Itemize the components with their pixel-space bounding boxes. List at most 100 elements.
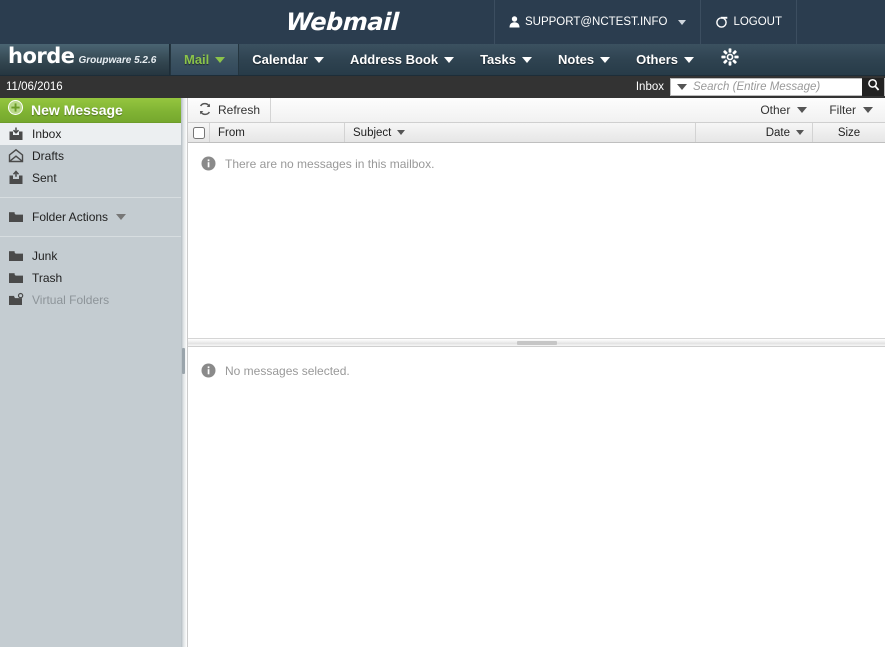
sidebar-item-trash[interactable]: Trash [0,267,187,289]
column-header-from[interactable]: From [210,123,345,142]
chevron-down-icon [796,130,804,135]
sidebar-item-label: Drafts [32,149,65,163]
horde-product-name: horde [8,44,75,68]
sidebar-item-inbox[interactable]: Inbox [0,123,187,145]
person-icon [509,16,520,28]
message-list[interactable]: There are no messages in this mailbox. [188,143,885,338]
chevron-down-icon [678,19,687,25]
preview-empty-state: No messages selected. [188,347,885,378]
column-header-size[interactable]: Size [813,123,885,142]
horde-product-version: Groupware 5.2.6 [78,55,157,66]
nav-item-address-book[interactable]: Address Book [337,44,467,75]
special-folder-list: Junk Trash Virtual Folders [0,245,187,311]
nav-item-label: Calendar [252,52,308,67]
refresh-label: Refresh [218,103,261,117]
drafts-envelope-icon [8,148,24,164]
sent-icon [8,170,24,186]
column-header-date[interactable]: Date [696,123,813,142]
chevron-down-icon [444,56,455,63]
chevron-down-icon [521,56,532,63]
chevron-down-icon [313,56,324,63]
column-header-label: Date [765,126,790,139]
new-message-label: New Message [31,102,123,118]
sidebar-item-label: Trash [32,271,63,285]
nav-item-calendar[interactable]: Calendar [239,44,337,75]
preview-empty-label: No messages selected. [225,363,350,378]
search-submit-button[interactable] [862,78,884,96]
inbox-icon [8,126,24,142]
settings-button[interactable] [707,44,753,75]
search-area: Inbox [636,76,885,98]
chevron-down-icon [797,107,808,113]
chevron-down-icon [863,107,873,113]
panes-resize-splitter[interactable] [188,338,885,347]
mail-main-panel: Refresh Other Filter From Subject Date S… [187,98,885,647]
filter-menu-button[interactable]: Filter [829,103,873,117]
user-account-menu[interactable]: SUPPORT@NCTEST.INFO [493,0,700,44]
other-label: Other [760,103,791,117]
application-body: New Message Inbox Drafts Sent Folder Act… [0,98,885,647]
nav-item-mail[interactable]: Mail [170,44,240,75]
current-date-label: 11/06/2016 [6,81,63,93]
nav-item-tasks[interactable]: Tasks [467,44,545,75]
chevron-down-icon [215,56,226,63]
sidebar-item-label: Inbox [32,127,62,141]
message-preview-pane: No messages selected. [188,347,885,647]
filter-label: Filter [829,103,856,117]
toolbar-left-group: Refresh [188,98,272,122]
folder-actions-menu[interactable]: Folder Actions [0,206,187,228]
folder-actions-label: Folder Actions [32,210,109,224]
search-mailbox-label: Inbox [635,81,664,93]
horde-logo[interactable]: horde Groupware 5.2.6 [0,44,170,75]
column-header-subject[interactable]: Subject [345,123,696,142]
refresh-button[interactable]: Refresh [188,98,272,122]
virtual-folder-icon [8,292,24,308]
nav-item-others[interactable]: Others [623,44,707,75]
sidebar-item-label: Junk [32,249,58,263]
message-list-empty-label: There are no messages in this mailbox. [225,156,435,171]
plus-circle-icon [8,100,23,120]
select-all-checkbox-cell[interactable] [188,123,210,142]
nav-item-notes[interactable]: Notes [545,44,623,75]
column-header-label: Size [837,126,861,139]
magnifier-icon [867,78,880,96]
search-input[interactable] [693,81,862,93]
chevron-down-icon [116,214,127,220]
nav-item-label: Notes [557,52,595,67]
folder-icon [8,248,24,264]
sidebar-item-label: Sent [32,171,57,185]
message-list-column-headers: From Subject Date Size [188,123,885,143]
sidebar-item-sent[interactable]: Sent [0,167,187,189]
sidebar-item-drafts[interactable]: Drafts [0,145,187,167]
toolbar-right-group: Other Filter [760,103,885,117]
logout-button[interactable]: LOGOUT [700,0,797,44]
user-email-label: SUPPORT@NCTEST.INFO [524,16,668,28]
search-box [670,78,885,96]
folder-icon [8,209,24,225]
sidebar-item-label: Virtual Folders [32,293,110,307]
info-icon [201,156,216,171]
chevron-down-icon[interactable] [677,84,687,90]
new-message-button[interactable]: New Message [0,98,187,123]
sidebar: New Message Inbox Drafts Sent Folder Act… [0,98,187,647]
folder-icon [8,270,24,286]
sidebar-divider [0,236,181,237]
logout-label: LOGOUT [733,16,782,28]
sidebar-resize-splitter[interactable] [181,98,187,647]
column-header-label: Subject [353,126,392,139]
column-header-label: From [218,126,245,139]
chevron-down-icon [684,56,695,63]
sidebar-divider [0,197,181,198]
brand-actions: SUPPORT@NCTEST.INFO LOGOUT [493,0,797,44]
sidebar-item-junk[interactable]: Junk [0,245,187,267]
brand-bar: Webmail SUPPORT@NCTEST.INFO LOGOUT [0,0,885,44]
gear-icon [721,48,739,71]
other-menu-button[interactable]: Other [760,103,808,117]
select-all-checkbox[interactable] [192,126,205,139]
chevron-down-icon [600,56,611,63]
webmail-logo-text: Webmail [285,8,400,36]
logout-icon [715,15,728,29]
sidebar-item-virtual-folders[interactable]: Virtual Folders [0,289,187,311]
nav-item-label: Mail [184,52,210,67]
refresh-icon [198,102,212,119]
